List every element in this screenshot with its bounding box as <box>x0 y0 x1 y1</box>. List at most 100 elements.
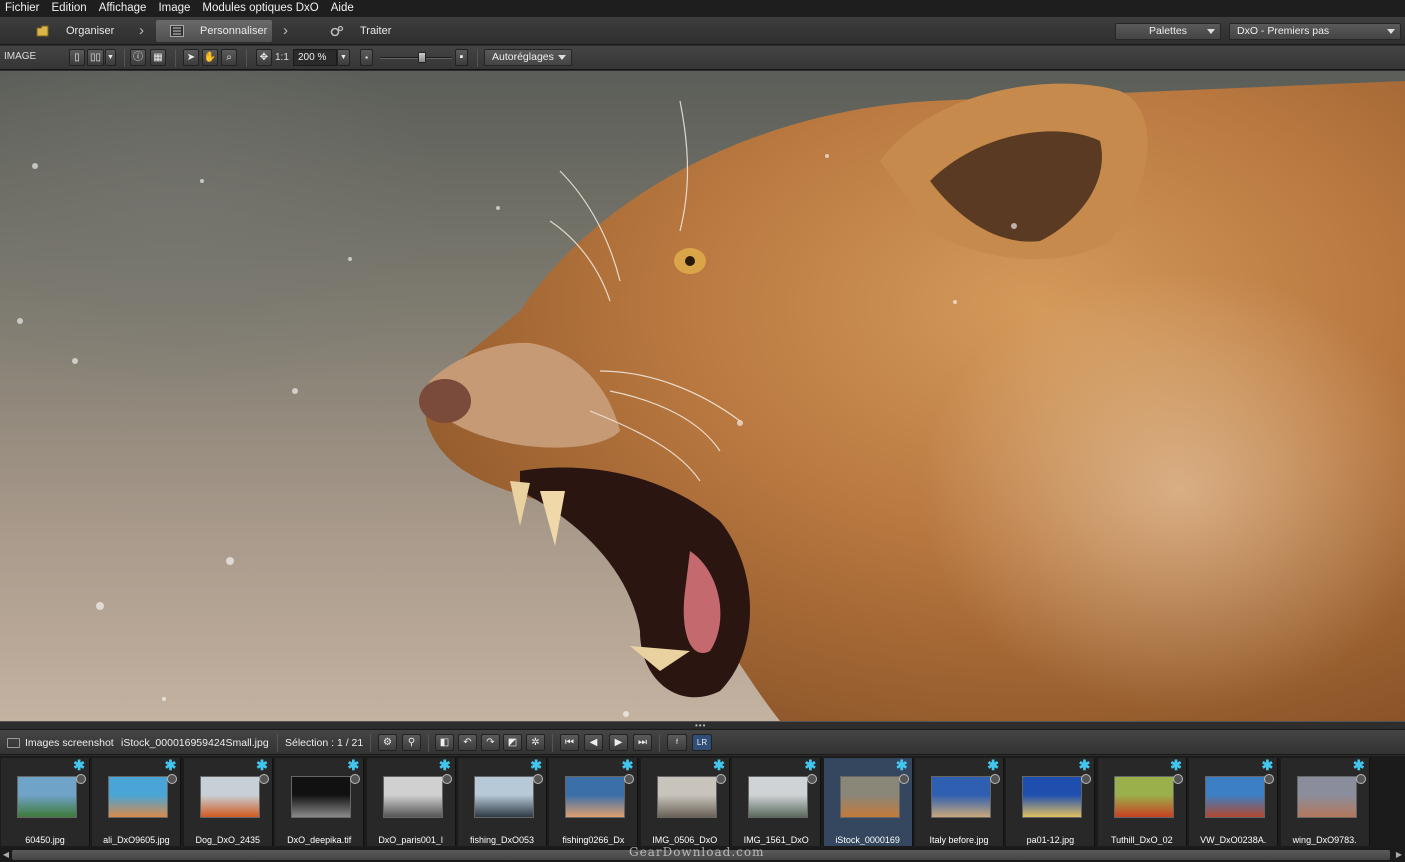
zoom-level-field[interactable]: 200 % <box>293 49 337 66</box>
chevron-down-icon <box>558 55 566 60</box>
star-icon[interactable]: ✱ <box>804 757 816 774</box>
filmstrip-thumbnail[interactable]: ✱ Dog_DxO_2435 <box>183 757 273 846</box>
star-icon[interactable]: ✱ <box>896 757 908 774</box>
star-icon[interactable]: ✱ <box>530 757 542 774</box>
workspace-dropdown[interactable]: DxO - Premiers pas <box>1229 23 1401 40</box>
pointer-icon[interactable]: ➤ <box>183 49 199 66</box>
filmstrip-thumbnail[interactable]: ✱ VW_DxO0238A. <box>1189 757 1279 846</box>
star-icon[interactable]: ✱ <box>347 757 359 774</box>
status-dot-icon <box>441 774 452 784</box>
filmstrip-thumbnail[interactable]: ✱ Tuthill_DxO_02 <box>1097 757 1187 846</box>
star-icon[interactable]: ✱ <box>1079 757 1091 774</box>
rotate-right-icon[interactable]: ↷ <box>481 734 500 751</box>
thumbnail-image <box>748 776 809 818</box>
thumbnail-image <box>17 776 77 818</box>
tab-organise[interactable]: Organiser <box>32 20 142 42</box>
lightroom-export-icon[interactable]: LR <box>692 734 712 751</box>
tab-process[interactable]: Traiter <box>330 20 410 42</box>
image-viewer[interactable] <box>0 71 1405 721</box>
status-dot-icon <box>715 774 726 784</box>
last-image-icon[interactable]: ⏭ <box>633 734 652 751</box>
sort-icon[interactable]: ⚲ <box>402 734 421 751</box>
folder-icon[interactable] <box>7 738 20 748</box>
menu-aide[interactable]: Aide <box>326 0 361 17</box>
toolbar-section-label: IMAGE <box>4 51 37 62</box>
status-dot-icon <box>76 774 86 784</box>
filmstrip-thumbnail[interactable]: ✱ iStock_0000169 <box>823 757 913 846</box>
filmstrip-thumbnail[interactable]: ✱ fishing0266_Dx <box>549 757 639 846</box>
thumbnail-image <box>382 776 443 818</box>
filmstrip-thumbnail[interactable]: ✱ IMG_1561_DxO <box>732 757 822 846</box>
crop-icon[interactable]: ◩ <box>503 734 522 751</box>
chevron-down-icon[interactable]: ▼ <box>337 49 350 66</box>
thumbnail-image <box>1113 776 1174 818</box>
zoom-slider-handle[interactable] <box>418 52 426 63</box>
zoom-out-icon[interactable]: ▪ <box>360 49 373 66</box>
previous-image-icon[interactable]: ◀ <box>584 734 603 751</box>
star-icon[interactable]: ✱ <box>987 757 999 774</box>
next-image-icon[interactable]: ▶ <box>609 734 628 751</box>
status-dot-icon <box>1264 774 1275 784</box>
single-view-icon[interactable]: ▯ <box>69 49 85 66</box>
status-dot-icon <box>167 774 178 784</box>
compare-icon[interactable]: ◧ <box>435 734 454 751</box>
scroll-right-icon[interactable]: ▶ <box>1394 850 1404 860</box>
zoom-slider-track[interactable] <box>380 57 452 59</box>
fit-screen-icon[interactable]: ✥ <box>256 49 272 66</box>
menu-modules-optiques[interactable]: Modules optiques DxO <box>197 0 325 17</box>
menu-bar: Fichier Edition Affichage Image Modules … <box>0 0 1405 17</box>
menu-edition[interactable]: Edition <box>47 0 94 17</box>
filter-icon[interactable]: ⚙ <box>378 734 397 751</box>
star-icon[interactable]: ✱ <box>1170 757 1182 774</box>
settings-icon[interactable]: ✲ <box>526 734 545 751</box>
star-icon[interactable]: ✱ <box>713 757 725 774</box>
filmstrip-thumbnail[interactable]: ✱ IMG_0506_DxO <box>640 757 730 846</box>
panel-splitter[interactable]: ••• <box>0 721 1405 730</box>
first-image-icon[interactable]: ⏮ <box>560 734 579 751</box>
zoom-one-to-one[interactable]: 1:1 <box>275 52 289 63</box>
thumbnail-image <box>565 776 626 818</box>
tab-organise-label: Organiser <box>66 25 115 37</box>
presets-dropdown[interactable]: Autoréglages <box>484 49 572 66</box>
compare-view-icon[interactable]: ▯▯ <box>87 49 104 66</box>
menu-fichier[interactable]: Fichier <box>0 0 47 17</box>
star-icon[interactable]: ✱ <box>439 757 451 774</box>
menu-affichage[interactable]: Affichage <box>94 0 154 17</box>
thumbnail-caption: DxO_deepika.tif <box>287 835 352 845</box>
chevron-down-icon <box>1207 29 1215 34</box>
star-icon[interactable]: ✱ <box>165 757 177 774</box>
separator <box>477 49 478 67</box>
status-dot-icon <box>1081 774 1092 784</box>
star-icon[interactable]: ✱ <box>1353 757 1365 774</box>
chevron-down-icon[interactable]: ▼ <box>105 49 116 66</box>
sliders-icon <box>170 25 184 37</box>
info-icon[interactable]: ⓘ <box>130 49 146 66</box>
menu-image[interactable]: Image <box>153 0 197 17</box>
filmstrip-thumbnail[interactable]: ✱ Italy before.jpg <box>915 757 1004 846</box>
star-icon[interactable]: ✱ <box>256 757 268 774</box>
hand-icon[interactable]: ✋ <box>202 49 218 66</box>
status-dot-icon <box>990 774 1000 784</box>
magnifier-icon[interactable]: ⌕ <box>221 49 237 66</box>
filmstrip-thumbnail[interactable]: ✱ 60450.jpg <box>1 757 90 846</box>
star-icon[interactable]: ✱ <box>73 757 85 774</box>
filmstrip-thumbnail[interactable]: ✱ pa01-12.jpg <box>1006 757 1096 846</box>
workspace-label: DxO - Premiers pas <box>1237 25 1330 37</box>
status-dot-icon <box>807 774 818 784</box>
grid-icon[interactable]: ▦ <box>150 49 166 66</box>
star-icon[interactable]: ✱ <box>622 757 634 774</box>
project-name: Images screenshot <box>25 737 114 749</box>
filmstrip-thumbnail[interactable]: ✱ wing_DxO9783. <box>1280 757 1370 846</box>
filmstrip-thumbnail[interactable]: ✱ ali_DxO9605.jpg <box>92 757 182 846</box>
filmstrip-thumbnail[interactable]: ✱ DxO_deepika.tif <box>275 757 365 846</box>
flickr-export-icon[interactable]: f <box>667 734 687 751</box>
filmstrip-thumbnail[interactable]: ✱ DxO_paris001_l <box>366 757 456 846</box>
rotate-left-icon[interactable]: ↶ <box>458 734 477 751</box>
zoom-in-icon[interactable]: ▪ <box>455 49 468 66</box>
palettes-dropdown[interactable]: Palettes <box>1115 23 1221 40</box>
star-icon[interactable]: ✱ <box>1261 757 1273 774</box>
tab-customise[interactable]: Personnaliser <box>156 20 272 42</box>
scroll-left-icon[interactable]: ◀ <box>1 850 11 860</box>
filmstrip-thumbnail[interactable]: ✱ fishing_DxO053 <box>458 757 547 846</box>
lioness-photo <box>17 81 1405 721</box>
